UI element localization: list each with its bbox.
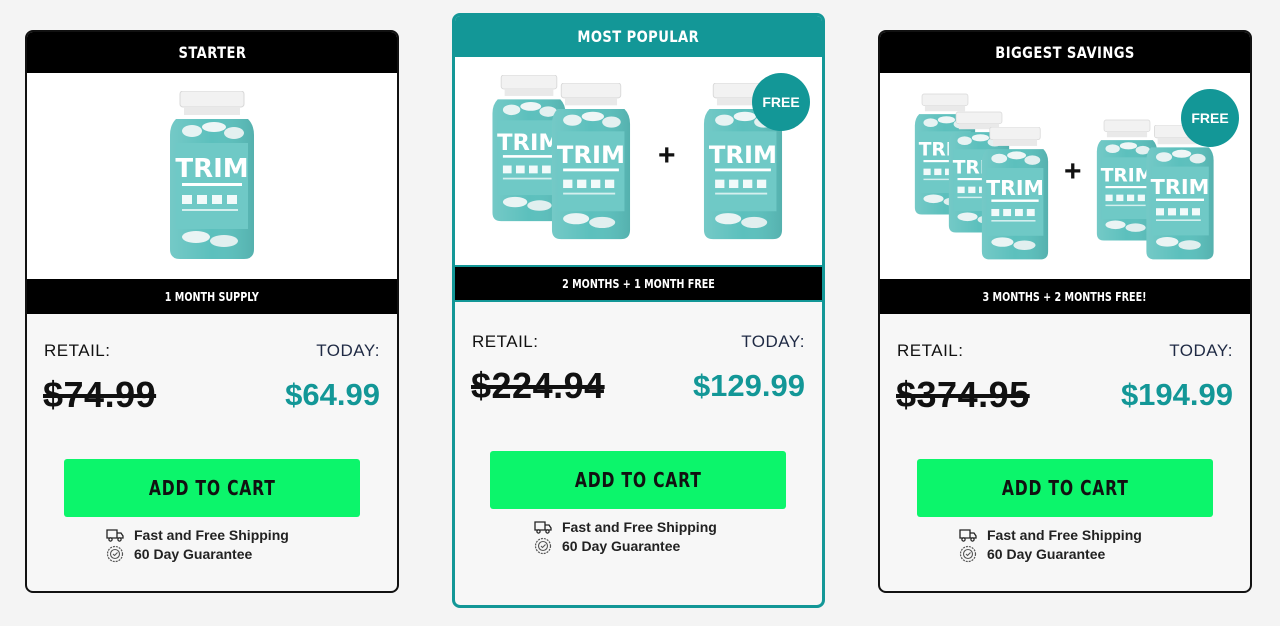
card-header: MOST POPULAR [455,16,822,57]
pricing-card-most-popular: MOST POPULAR + FREE 2 MONTHS + 1 MONTH F… [452,13,825,608]
today-price: $129.99 [692,368,805,403]
perks-list: Fast and Free Shipping 60 Day Guarantee [534,517,717,555]
supplement-bottle-icon [978,127,1052,261]
perk-shipping-label: Fast and Free Shipping [987,526,1142,543]
pricing-card-biggest-savings: BIGGEST SAVINGS + FREE 3 MONTHS + 2 MONT… [878,30,1252,593]
supply-bar: 3 MONTHS + 2 MONTHS FREE! [880,279,1250,314]
guarantee-badge-icon [534,537,552,554]
supplement-bottle-icon [166,91,258,261]
price-area: RETAIL: TODAY: $374.95 $194.99 [880,314,1250,444]
guarantee-badge-icon [959,545,977,562]
card-header-label: MOST POPULAR [577,27,700,46]
perk-guarantee: 60 Day Guarantee [106,544,289,563]
perks-list: Fast and Free Shipping 60 Day Guarantee [959,525,1142,563]
today-label: TODAY: [741,332,805,351]
card-header: STARTER [27,32,397,73]
retail-price: $374.95 [896,374,1030,415]
retail-label: RETAIL: [472,332,539,351]
free-badge: FREE [752,73,810,131]
add-to-cart-button[interactable]: ADD TO CART [490,451,786,509]
perk-shipping-label: Fast and Free Shipping [562,518,717,535]
retail-label: RETAIL: [44,341,111,360]
supply-bar: 1 MONTH SUPPLY [27,279,397,314]
supply-bar: 2 MONTHS + 1 MONTH FREE [455,265,822,302]
today-label: TODAY: [316,341,380,360]
supplement-bottle-icon [547,83,635,241]
supply-label: 1 MONTH SUPPLY [164,289,260,304]
perk-shipping: Fast and Free Shipping [959,525,1142,544]
supply-label: 2 MONTHS + 1 MONTH FREE [562,276,715,291]
add-to-cart-button[interactable]: ADD TO CART [917,459,1213,517]
today-price: $194.99 [1120,377,1233,412]
perk-guarantee-label: 60 Day Guarantee [987,545,1106,562]
price-area: RETAIL: TODAY: $74.99 $64.99 [27,314,397,444]
product-image-area: + FREE [455,57,822,265]
add-to-cart-button[interactable]: ADD TO CART [64,459,360,517]
perk-guarantee-label: 60 Day Guarantee [134,545,253,562]
retail-label: RETAIL: [897,341,964,360]
retail-price: $74.99 [43,374,157,415]
add-to-cart-label: ADD TO CART [148,476,276,500]
add-to-cart-label: ADD TO CART [1001,476,1129,500]
retail-price: $224.94 [471,365,605,406]
perk-guarantee: 60 Day Guarantee [959,544,1142,563]
guarantee-badge-icon [106,545,124,562]
add-to-cart-label: ADD TO CART [574,468,702,492]
perk-guarantee: 60 Day Guarantee [534,536,717,555]
price-area: RETAIL: TODAY: $224.94 $129.99 [455,302,822,432]
product-image-area [27,73,397,279]
perk-shipping: Fast and Free Shipping [534,517,717,536]
perk-shipping-label: Fast and Free Shipping [134,526,289,543]
pricing-card-starter: STARTER 1 MONTH SUPPLY RETAIL: TODAY: $7… [25,30,399,593]
product-image-area: + FREE [880,73,1250,279]
perks-list: Fast and Free Shipping 60 Day Guarantee [106,525,289,563]
perk-shipping: Fast and Free Shipping [106,525,289,544]
perk-guarantee-label: 60 Day Guarantee [562,537,681,554]
shipping-truck-icon [106,528,124,542]
plus-sign: + [658,139,676,172]
shipping-truck-icon [959,528,977,542]
card-header-label: BIGGEST SAVINGS [995,43,1135,62]
today-label: TODAY: [1169,341,1233,360]
free-badge: FREE [1181,89,1239,147]
card-header: BIGGEST SAVINGS [880,32,1250,73]
supply-label: 3 MONTHS + 2 MONTHS FREE! [982,289,1148,304]
card-header-label: STARTER [178,43,246,62]
plus-sign: + [1064,155,1082,188]
shipping-truck-icon [534,520,552,534]
today-price: $64.99 [285,377,380,412]
